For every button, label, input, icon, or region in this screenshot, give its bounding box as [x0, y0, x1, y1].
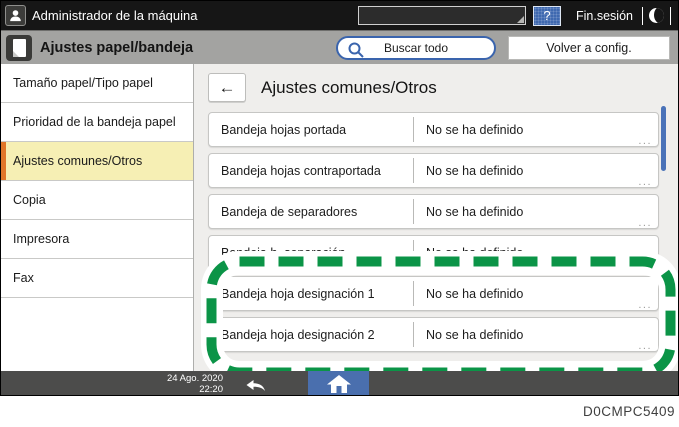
divider	[670, 7, 671, 25]
setting-value: No se ha definido	[414, 236, 523, 269]
setting-label: Bandeja hoja designación 2	[209, 318, 413, 351]
search-label: Buscar todo	[384, 41, 448, 55]
sidebar-item-copia[interactable]: Copia	[1, 181, 193, 220]
paper-tray-settings-icon	[6, 35, 32, 61]
content-panel: ← Ajustes comunes/Otros Bandeja hojas po…	[194, 64, 678, 371]
sidebar-item-impresora[interactable]: Impresora	[1, 220, 193, 259]
back-nav-button[interactable]	[239, 371, 273, 396]
app-bar: Ajustes papel/bandeja Buscar todo Volver…	[1, 30, 678, 64]
logout-button[interactable]: Fin.sesión	[576, 9, 633, 23]
setting-row-bandeja-hoja-designacion-2[interactable]: Bandeja hoja designación 2 No se ha defi…	[208, 317, 659, 352]
screenshot-stage: Administrador de la máquina ? Fin.sesión…	[0, 0, 679, 427]
setting-label: Bandeja h. separación	[209, 236, 413, 269]
sidebar-item-fax[interactable]: Fax	[1, 259, 193, 298]
setting-value: No se ha definido	[414, 195, 523, 228]
more-indicator: ...	[638, 177, 652, 187]
sidebar: Tamaño papel/Tipo papel Prioridad de la …	[1, 64, 194, 371]
help-button[interactable]: ?	[533, 6, 561, 26]
setting-row-bandeja-de-separadores[interactable]: Bandeja de separadores No se ha definido…	[208, 194, 659, 229]
search-icon	[347, 41, 365, 59]
top-bar: Administrador de la máquina ? Fin.sesión	[1, 1, 678, 30]
bottom-bar: 24 Ago. 2020 22:20	[1, 371, 679, 396]
setting-value: No se ha definido	[414, 318, 523, 351]
sidebar-item-tamano-papel[interactable]: Tamaño papel/Tipo papel	[1, 64, 193, 103]
setting-row-bandeja-hojas-contraportada[interactable]: Bandeja hojas contraportada No se ha def…	[208, 153, 659, 188]
setting-row-bandeja-h-separacion[interactable]: Bandeja h. separación No se ha definido	[208, 235, 659, 270]
undo-arrow-icon	[244, 376, 268, 392]
figure-caption: D0CMPC5409	[0, 396, 679, 427]
time-label: 22:20	[151, 384, 223, 395]
settings-list: Bandeja hojas portada No se ha definido …	[208, 112, 659, 352]
content-header: ← Ajustes comunes/Otros	[208, 73, 437, 102]
sidebar-item-ajustes-comunes[interactable]: Ajustes comunes/Otros	[1, 142, 193, 181]
scrollbar-thumb[interactable]	[661, 106, 666, 171]
logged-in-user-label: Administrador de la máquina	[32, 8, 197, 23]
setting-label: Bandeja hojas portada	[209, 113, 413, 146]
moon-icon	[649, 8, 664, 23]
setting-label: Bandeja de separadores	[209, 195, 413, 228]
sidebar-item-prioridad-bandeja[interactable]: Prioridad de la bandeja papel	[1, 103, 193, 142]
page-title: Ajustes papel/bandeja	[40, 40, 193, 56]
more-indicator: ...	[638, 136, 652, 146]
setting-value: No se ha definido	[414, 154, 523, 187]
more-indicator: ...	[638, 218, 652, 228]
body: Tamaño papel/Tipo papel Prioridad de la …	[1, 64, 678, 371]
home-button[interactable]	[308, 371, 369, 396]
energy-saver-button[interactable]	[643, 8, 670, 23]
setting-label: Bandeja hojas contraportada	[209, 154, 413, 187]
home-icon	[326, 374, 352, 394]
setting-row-bandeja-hoja-designacion-1[interactable]: Bandeja hoja designación 1 No se ha defi…	[208, 276, 659, 311]
more-indicator: ...	[638, 300, 652, 310]
user-icon	[8, 8, 23, 23]
back-arrow-icon: ←	[219, 78, 236, 98]
date-label: 24 Ago. 2020	[151, 373, 223, 384]
device-screen: Administrador de la máquina ? Fin.sesión…	[0, 0, 679, 396]
more-indicator: ...	[638, 341, 652, 351]
return-to-settings-button[interactable]: Volver a config.	[508, 36, 670, 60]
setting-value: No se ha definido	[414, 277, 523, 310]
search-all-button[interactable]: Buscar todo	[336, 36, 496, 60]
user-account-button[interactable]	[5, 5, 26, 26]
datetime-display: 24 Ago. 2020 22:20	[151, 373, 223, 396]
back-button[interactable]: ←	[208, 73, 246, 102]
setting-row-bandeja-hojas-portada[interactable]: Bandeja hojas portada No se ha definido …	[208, 112, 659, 147]
setting-value: No se ha definido	[414, 113, 523, 146]
system-message-field[interactable]	[358, 6, 526, 25]
section-title: Ajustes comunes/Otros	[261, 78, 437, 98]
setting-label: Bandeja hoja designación 1	[209, 277, 413, 310]
